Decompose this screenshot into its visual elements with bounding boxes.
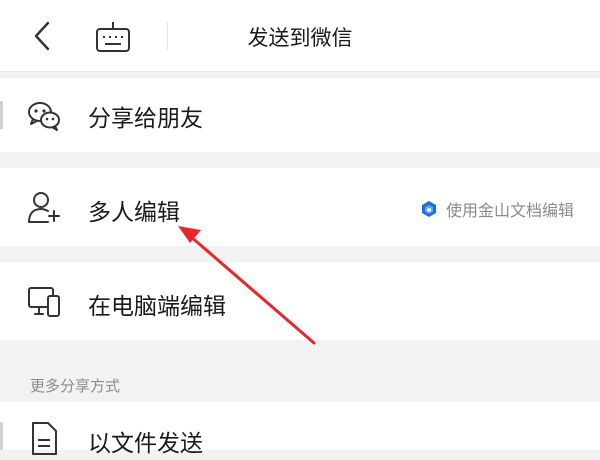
share-to-friend-item[interactable]: 分享给朋友 <box>0 78 600 152</box>
share-to-friend-label: 分享给朋友 <box>88 106 203 132</box>
page-title: 发送到微信 <box>247 26 353 50</box>
edit-on-computer-item[interactable]: 在电脑端编辑 <box>0 262 600 340</box>
multi-person-edit-item[interactable]: 多人编辑 使用金山文档编辑 <box>0 168 600 246</box>
document-icon <box>26 420 62 456</box>
devices-icon <box>26 284 62 320</box>
wechat-icon <box>26 98 62 134</box>
add-user-icon <box>26 189 62 225</box>
kdocs-hint-text: 使用金山文档编辑 <box>445 201 574 220</box>
send-as-file-item[interactable]: 以文件发送 <box>0 402 600 457</box>
edit-on-computer-label: 在电脑端编辑 <box>88 294 226 320</box>
send-as-file-label: 以文件发送 <box>88 431 203 457</box>
scroll-mark-2 <box>0 422 3 450</box>
kdocs-hint[interactable]: 使用金山文档编辑 <box>420 197 574 221</box>
kdocs-logo-icon <box>421 201 436 217</box>
more-share-section-title: 更多分享方式 <box>30 377 121 395</box>
top-bar: 发送到微信 <box>0 0 600 72</box>
scroll-mark <box>0 101 3 129</box>
multi-person-edit-label: 多人编辑 <box>88 200 180 226</box>
